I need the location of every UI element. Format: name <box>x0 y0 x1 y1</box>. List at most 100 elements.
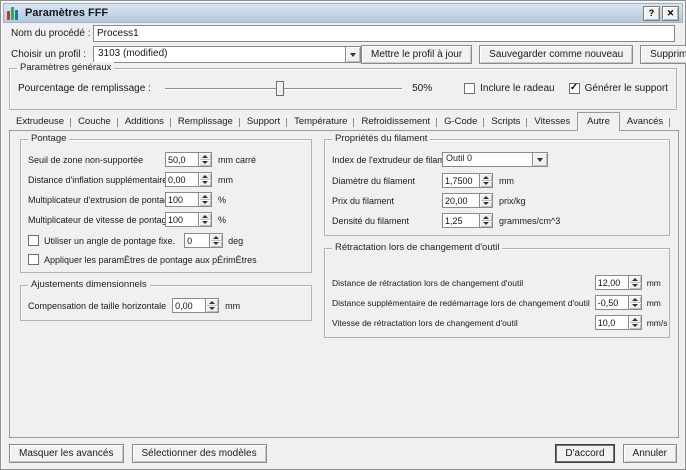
tab-extrudeuse[interactable]: Extrudeuse <box>9 114 71 130</box>
close-button[interactable]: ✕ <box>662 6 679 21</box>
toolchange-retraction-speed-spinner[interactable] <box>595 315 642 330</box>
settings-tabs: Extrudeuse Couche Additions Remplissage … <box>9 112 677 130</box>
unit-label: mm/s <box>647 318 668 328</box>
fixed-bridging-angle-input[interactable] <box>185 234 209 247</box>
fixed-bridging-angle-label: Utiliser un angle de pontage fixe. <box>44 236 175 246</box>
dialog-parametres-fff: Paramètres FFF ? ✕ Nom du procédé : Choi… <box>0 0 686 470</box>
filament-group-title: Propriétés du filament <box>332 133 430 144</box>
save-as-new-button[interactable]: Sauvegarder comme nouveau <box>479 45 633 64</box>
spin-down-icon[interactable] <box>480 181 492 188</box>
update-profile-button[interactable]: Mettre le profil à jour <box>361 45 472 64</box>
toolchange-retraction-distance-spinner[interactable] <box>595 275 642 290</box>
process-name-label: Nom du procédé : <box>11 28 93 39</box>
extra-inflation-distance-spinner[interactable] <box>165 172 212 187</box>
raft-checkbox-box[interactable] <box>464 83 475 94</box>
spin-down-icon[interactable] <box>206 306 218 313</box>
bridging-speed-multiplier-input[interactable] <box>166 213 198 226</box>
infill-slider[interactable] <box>165 81 402 96</box>
horizontal-size-compensation-spinner[interactable] <box>172 298 219 313</box>
titlebar[interactable]: Paramètres FFF ? ✕ <box>3 3 683 23</box>
unsupported-area-threshold-spinner[interactable] <box>165 152 212 167</box>
tab-temperature[interactable]: Température <box>287 114 354 130</box>
toolchange-retraction-speed-label: Vitesse de rétractation lors de changeme… <box>332 318 590 328</box>
include-raft-checkbox[interactable]: Inclure le radeau <box>464 83 555 94</box>
dimensional-group-title: Ajustements dimensionnels <box>28 279 150 290</box>
tab-g-code[interactable]: G-Code <box>437 114 484 130</box>
spin-down-icon[interactable] <box>199 160 211 167</box>
chevron-down-icon[interactable] <box>532 153 547 166</box>
tab-additions[interactable]: Additions <box>118 114 171 130</box>
tab-support[interactable]: Support <box>240 114 287 130</box>
app-icon <box>7 7 21 20</box>
toolchange-group-title: Rétractation lors de changement d'outil <box>332 242 502 253</box>
dimensional-adjustments-group: Ajustements dimensionnels Compensation d… <box>20 285 312 321</box>
unsupported-area-threshold-input[interactable] <box>166 153 198 166</box>
filament-diameter-input[interactable] <box>443 174 479 187</box>
spin-down-icon[interactable] <box>629 283 641 290</box>
toolchange-extra-restart-distance-spinner[interactable] <box>595 295 642 310</box>
extra-inflation-distance-input[interactable] <box>166 173 198 186</box>
filament-extruder-index-select[interactable]: Outil 0 <box>442 152 548 167</box>
profile-label: Choisir un profil : <box>11 49 93 60</box>
bridging-speed-multiplier-spinner[interactable] <box>165 212 212 227</box>
spin-down-icon[interactable] <box>199 200 211 207</box>
fixed-bridging-angle-checkbox-box[interactable] <box>28 235 39 246</box>
tab-autre[interactable]: Autre <box>577 112 620 131</box>
filament-price-label: Prix du filament <box>332 196 436 206</box>
spin-down-icon[interactable] <box>480 201 492 208</box>
toolchange-retraction-distance-label: Distance de rétractation lors de changem… <box>332 278 590 288</box>
toolchange-extra-restart-distance-input[interactable] <box>596 296 628 309</box>
bridging-extrusion-multiplier-spinner[interactable] <box>165 192 212 207</box>
filament-diameter-spinner[interactable] <box>442 173 493 188</box>
generate-support-checkbox[interactable]: Générer le support <box>569 83 668 94</box>
profile-select[interactable]: 3103 (modified) <box>93 46 361 63</box>
toolchange-retraction-group: Rétractation lors de changement d'outil … <box>324 248 670 338</box>
filament-price-input[interactable] <box>443 194 479 207</box>
unit-label: mm <box>647 298 668 308</box>
filament-density-input[interactable] <box>443 214 479 227</box>
unsupported-area-threshold-label: Seuil de zone non-supportée <box>28 155 159 165</box>
select-models-button[interactable]: Sélectionner des modèles <box>132 444 267 463</box>
spin-down-icon[interactable] <box>480 221 492 228</box>
support-checkbox-label: Générer le support <box>585 83 668 94</box>
unit-label: mm <box>218 175 256 185</box>
unit-label: deg <box>228 236 243 246</box>
tab-avances[interactable]: Avancés <box>620 114 670 130</box>
filament-price-spinner[interactable] <box>442 193 493 208</box>
help-button[interactable]: ? <box>643 6 660 21</box>
chevron-down-icon[interactable] <box>345 47 360 62</box>
tab-couche[interactable]: Couche <box>71 114 118 130</box>
toolchange-retraction-speed-input[interactable] <box>596 316 628 329</box>
filament-extruder-index-label: Index de l'extrudeur de filament <box>332 155 436 165</box>
filament-diameter-label: Diamètre du filament <box>332 176 436 186</box>
tab-scripts[interactable]: Scripts <box>484 114 527 130</box>
apply-bridging-to-perimeters-label: Appliquer les paramÈtres de pontage aux … <box>44 255 257 265</box>
fixed-bridging-angle-spinner[interactable] <box>184 233 223 248</box>
delete-profile-button[interactable]: Supprimer <box>640 45 686 64</box>
apply-bridging-to-perimeters-checkbox[interactable]: Appliquer les paramÈtres de pontage aux … <box>28 254 304 265</box>
bridging-extrusion-multiplier-input[interactable] <box>166 193 198 206</box>
filament-density-spinner[interactable] <box>442 213 493 228</box>
spin-down-icon[interactable] <box>629 303 641 310</box>
toolchange-retraction-distance-input[interactable] <box>596 276 628 289</box>
infill-percentage-label: Pourcentage de remplissage : <box>18 83 151 94</box>
slider-handle[interactable] <box>276 81 284 96</box>
cancel-button[interactable]: Annuler <box>623 444 677 463</box>
process-name-input[interactable] <box>93 25 675 42</box>
unit-label: % <box>218 215 256 225</box>
unit-label: mm carré <box>218 155 256 165</box>
infill-percentage-value: 50% <box>412 83 432 94</box>
spin-down-icon[interactable] <box>210 241 222 248</box>
tab-refroidissement[interactable]: Refroidissement <box>354 114 437 130</box>
tab-remplissage[interactable]: Remplissage <box>171 114 240 130</box>
support-checkbox-box[interactable] <box>569 83 580 94</box>
fixed-bridging-angle-checkbox[interactable]: Utiliser un angle de pontage fixe. deg <box>28 233 304 248</box>
spin-down-icon[interactable] <box>199 220 211 227</box>
spin-down-icon[interactable] <box>629 323 641 330</box>
ok-button[interactable]: D'accord <box>555 444 614 463</box>
tab-vitesses[interactable]: Vitesses <box>527 114 577 130</box>
apply-bridging-to-perimeters-checkbox-box[interactable] <box>28 254 39 265</box>
hide-advanced-button[interactable]: Masquer les avancés <box>9 444 124 463</box>
spin-down-icon[interactable] <box>199 180 211 187</box>
horizontal-size-compensation-input[interactable] <box>173 299 205 312</box>
